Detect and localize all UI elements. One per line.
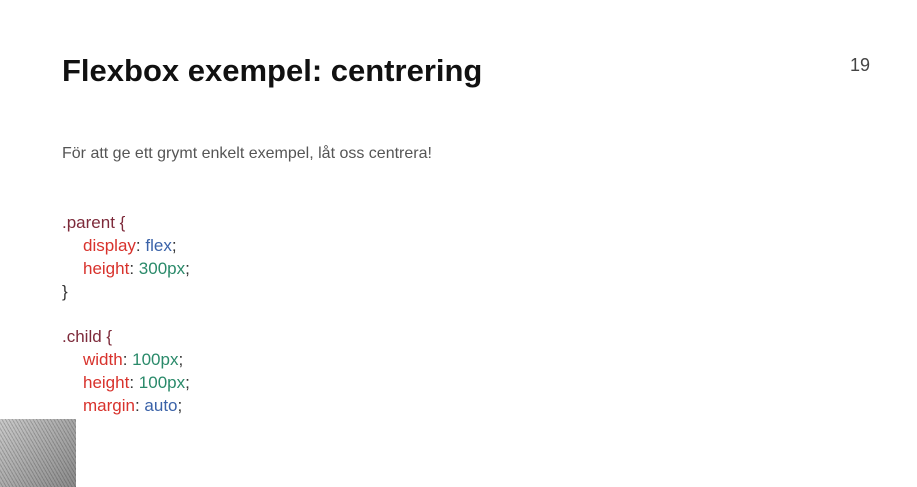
css-property: height [83, 373, 130, 392]
css-value: auto [144, 396, 178, 415]
css-property: margin [83, 396, 135, 415]
code-decl: height: 100px; [83, 373, 190, 392]
code-decl: display: flex; [83, 236, 177, 255]
page-number: 19 [850, 55, 871, 75]
css-value: 100px [132, 350, 179, 369]
code-decl: margin: auto; [83, 396, 183, 415]
css-property: width [83, 350, 123, 369]
code-selector-child: .child { [62, 327, 113, 346]
code-decl: height: 300px; [83, 259, 190, 278]
css-property: height [83, 259, 130, 278]
css-value: flex [145, 236, 172, 255]
code-block: .parent { display: flex; height: 300px; … [62, 211, 190, 440]
css-value: 100px [138, 373, 186, 392]
code-selector-parent: .parent { [62, 213, 126, 232]
slide-subtitle: För att ge ett grymt enkelt exempel, låt… [62, 145, 432, 162]
css-property: display [83, 236, 136, 255]
code-close-brace: } [62, 417, 190, 440]
css-value: 300px [138, 259, 186, 278]
code-decl: width: 100px; [83, 350, 184, 369]
slide-title: Flexbox exempel: centrering [62, 53, 483, 88]
code-close-brace: } [62, 282, 68, 301]
webcam-overlay-image [0, 419, 76, 487]
